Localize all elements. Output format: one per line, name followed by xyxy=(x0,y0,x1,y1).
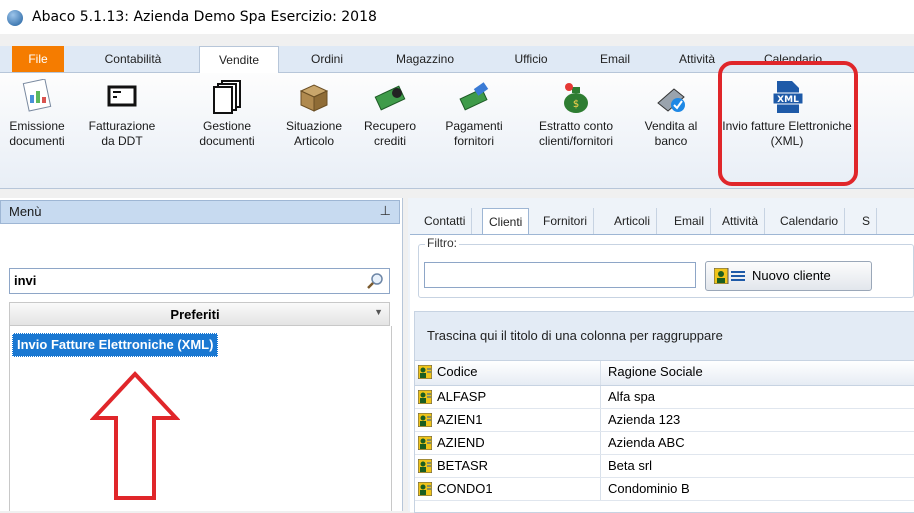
preferiti-label: Preferiti xyxy=(170,307,220,322)
money-eraser-icon xyxy=(459,82,489,111)
menu-item-invio-fatture[interactable]: Invio Fatture Elettroniche (XML) xyxy=(12,333,219,357)
filter-input[interactable] xyxy=(424,262,696,288)
row-name: Alfa spa xyxy=(608,389,655,404)
app-globe-icon xyxy=(7,10,23,26)
tab-magazzino[interactable]: Magazzino xyxy=(380,46,470,72)
contact-card-icon xyxy=(418,413,432,427)
svg-text:$: $ xyxy=(573,99,579,110)
title-bar: Abaco 5.1.13: Azienda Demo Spa Esercizio… xyxy=(0,0,914,34)
menu-panel-header: Menù ⊥ xyxy=(0,200,400,224)
preferiti-header[interactable]: Preferiti ▼ xyxy=(9,302,390,326)
column-ragione-sociale[interactable]: Ragione Sociale xyxy=(601,364,703,379)
fatturazione-label: Fatturazione da DDT xyxy=(88,119,156,148)
menu-search-value: invi xyxy=(14,273,37,288)
situazione-label: Situazione Articolo xyxy=(285,119,343,148)
contact-card-icon xyxy=(418,436,432,450)
pin-icon[interactable]: ⊥ xyxy=(380,203,391,219)
tab-email[interactable]: Email xyxy=(580,46,650,72)
tab-vendite[interactable]: Vendite xyxy=(199,46,279,74)
row-code: AZIEND xyxy=(437,435,485,450)
tab-file[interactable]: File xyxy=(12,46,64,72)
gestione-label: Gestione documenti xyxy=(199,119,255,148)
row-code: BETASR xyxy=(437,458,489,473)
vendita-banco-button[interactable]: Vendita al banco xyxy=(636,79,706,179)
row-code: AZIEN1 xyxy=(437,412,483,427)
money-icon xyxy=(374,85,406,111)
window-title: Abaco 5.1.13: Azienda Demo Spa Esercizio… xyxy=(32,9,377,25)
table-row[interactable]: AZIEND Azienda ABC xyxy=(415,432,914,455)
chevron-down-icon[interactable]: ▼ xyxy=(374,307,383,317)
cash-register-icon xyxy=(657,88,685,112)
contact-card-icon xyxy=(714,268,745,284)
table-row[interactable]: AZIEN1 Azienda 123 xyxy=(415,409,914,432)
tab-calendario-right[interactable]: Calendario xyxy=(774,208,846,234)
tab-ufficio[interactable]: Ufficio xyxy=(496,46,566,72)
vendita-label: Vendita al banco xyxy=(644,119,698,148)
column-codice[interactable]: Codice xyxy=(415,361,601,385)
row-code: ALFASP xyxy=(437,389,487,404)
tab-contabilita[interactable]: Contabilità xyxy=(88,46,178,72)
recupero-label: Recupero crediti xyxy=(363,119,417,148)
tab-s[interactable]: S xyxy=(856,208,878,234)
group-by-area[interactable]: Trascina qui il titolo di una colonna pe… xyxy=(415,312,914,361)
menu-panel-title: Menù xyxy=(9,204,42,219)
estratto-label: Estratto conto clienti/fornitori xyxy=(538,119,614,148)
table-row[interactable]: ALFASP Alfa spa xyxy=(415,386,914,409)
row-name: Condominio B xyxy=(608,481,690,496)
column-codice-label: Codice xyxy=(437,364,478,379)
table-row[interactable]: BETASR Beta srl xyxy=(415,455,914,478)
pagamenti-label: Pagamenti fornitori xyxy=(445,119,503,148)
tab-articoli[interactable]: Articoli xyxy=(608,208,658,234)
menu-search-input[interactable]: invi xyxy=(9,268,390,294)
pagamenti-fornitori-button[interactable]: Pagamenti fornitori xyxy=(436,79,512,179)
highlight-frame xyxy=(718,61,858,186)
search-icon[interactable] xyxy=(365,271,385,291)
contact-card-icon xyxy=(418,390,432,404)
nuovo-cliente-label: Nuovo cliente xyxy=(752,268,831,283)
emissione-label: Emissione documenti xyxy=(9,119,65,148)
terminal-icon xyxy=(107,85,137,107)
estratto-conto-button[interactable]: $ Estratto conto clienti/fornitori xyxy=(520,79,632,179)
table-row[interactable]: CONDO1 Condominio B xyxy=(415,478,914,501)
document-chart-icon xyxy=(22,79,52,112)
row-name: Beta srl xyxy=(608,458,653,473)
tab-ordini[interactable]: Ordini xyxy=(292,46,362,72)
filter-label: Filtro: xyxy=(425,236,459,250)
tab-attivita-right[interactable]: Attività xyxy=(716,208,766,234)
row-name: Azienda ABC xyxy=(608,435,685,450)
contact-card-icon xyxy=(418,482,432,496)
group-hint: Trascina qui il titolo di una colonna pe… xyxy=(427,328,723,343)
fatturazione-ddt-button[interactable]: Fatturazione da DDT xyxy=(82,79,162,179)
contact-card-icon xyxy=(418,365,432,379)
tab-contatti[interactable]: Contatti xyxy=(418,208,473,234)
emissione-documenti-button[interactable]: Emissione documenti xyxy=(2,79,72,179)
box-icon xyxy=(299,84,329,112)
recupero-crediti-button[interactable]: Recupero crediti xyxy=(360,79,420,179)
row-name: Azienda 123 xyxy=(608,412,681,427)
tab-email-right[interactable]: Email xyxy=(668,208,712,234)
tab-fornitori[interactable]: Fornitori xyxy=(537,208,595,234)
gestione-documenti-button[interactable]: Gestione documenti xyxy=(192,79,262,179)
row-code: CONDO1 xyxy=(437,481,493,496)
up-arrow-icon xyxy=(90,371,180,500)
contact-card-icon xyxy=(418,459,432,473)
nuovo-cliente-button[interactable]: Nuovo cliente xyxy=(705,261,872,291)
grid-header: Codice Ragione Sociale xyxy=(415,361,914,386)
pages-icon xyxy=(213,80,241,114)
money-bag-icon: $ xyxy=(564,83,588,113)
tab-clienti[interactable]: Clienti xyxy=(482,208,530,235)
situazione-articolo-button[interactable]: Situazione Articolo xyxy=(274,79,354,179)
